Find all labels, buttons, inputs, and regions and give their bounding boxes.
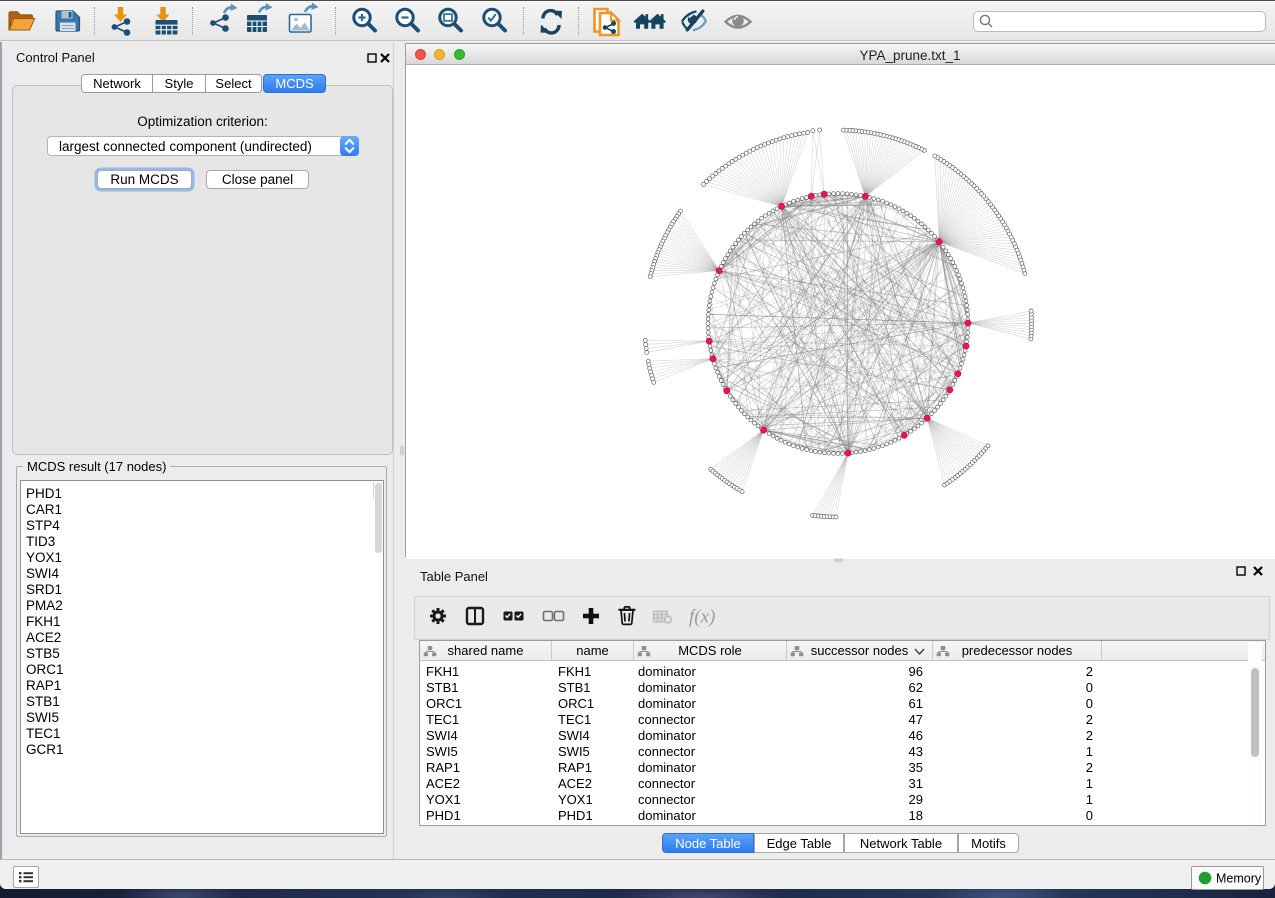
svg-text:Memory: Memory bbox=[1216, 872, 1262, 886]
svg-text:f(x): f(x) bbox=[689, 607, 715, 628]
